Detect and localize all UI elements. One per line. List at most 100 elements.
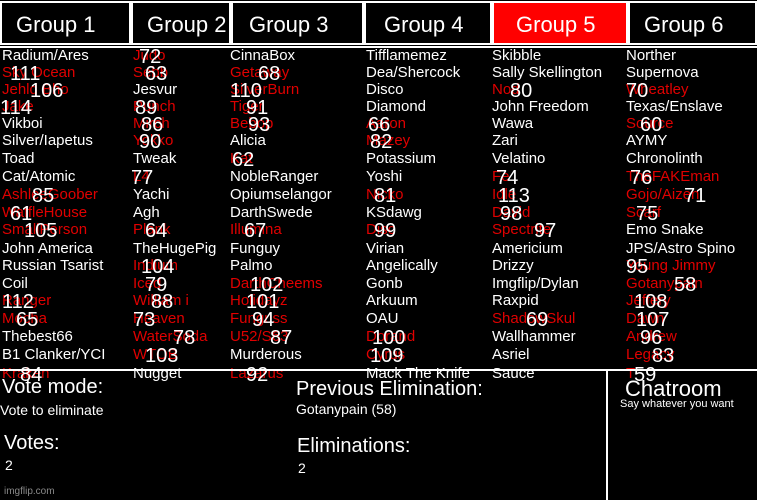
contestant: Supernova: [626, 64, 699, 81]
contestant: Texas/Enslave: [626, 98, 723, 115]
tab-group-1[interactable]: Group 1: [0, 1, 131, 45]
contestant: Nugget: [133, 365, 182, 382]
tab-group-2[interactable]: Group 2: [131, 1, 231, 45]
contestant: Velatino: [492, 150, 546, 167]
contestant: Cat/Atomic: [2, 168, 76, 185]
contestant: Arkuum: [366, 292, 418, 309]
contestant: Drizzy: [492, 257, 534, 274]
elimination-placement: 99: [374, 220, 397, 242]
elimination-placement: 90: [139, 131, 162, 153]
contestant: Zari: [492, 132, 518, 149]
votes-value: 2: [5, 457, 13, 473]
elimination-placement: 85: [32, 185, 55, 207]
contestant: Raxpid: [492, 292, 539, 309]
elimination-placement: 71: [684, 185, 707, 207]
eliminated-contestant: WaterSoda: [133, 328, 208, 345]
contestant: AYMY: [626, 132, 668, 149]
contestant: Toad: [2, 150, 35, 167]
contestant: Norther: [626, 47, 677, 64]
contestant: Tweak: [133, 150, 177, 167]
elimination-placement: 109: [370, 345, 404, 367]
contestant: Thebest66: [2, 328, 73, 345]
contestant: CinnaBox: [230, 47, 296, 64]
contestant: Yoshi: [366, 168, 403, 185]
eliminations-label: Eliminations:: [297, 435, 411, 457]
contestant: Potassium: [366, 150, 437, 167]
contestant: Americium: [492, 240, 563, 257]
elimination-placement: 83: [652, 345, 675, 367]
contestant: Disco: [366, 81, 404, 98]
elimination-placement: 77: [131, 167, 154, 189]
contestant: KSdawg: [366, 204, 422, 221]
contestant: Jesvur: [133, 81, 178, 98]
tab-group-5[interactable]: Group 5: [492, 1, 628, 45]
contestant: Sally Skellington: [492, 64, 603, 81]
contestant: Sauce: [492, 365, 535, 382]
contestant: Gonb: [366, 275, 403, 292]
contestant: Virian: [366, 240, 405, 257]
tab-group-4[interactable]: Group 4: [364, 1, 492, 45]
contestant: Wallhammer: [492, 328, 576, 345]
contestant: Skibble: [492, 47, 542, 64]
contestant: Imgflip/Dylan: [492, 275, 579, 292]
elimination-placement: 103: [145, 345, 179, 367]
contestant: Yachi: [133, 186, 170, 203]
elimination-placement: 81: [374, 185, 397, 207]
elimination-placement: 97: [534, 220, 557, 242]
contestant: Murderous: [230, 346, 302, 363]
votes-label: Votes:: [4, 432, 60, 454]
tab-group-3[interactable]: Group 3: [231, 1, 364, 45]
contestant: Agh: [133, 204, 160, 221]
contestant: John Freedom: [492, 98, 589, 115]
contestant: Asriel: [492, 346, 530, 363]
contestant: Emo Snake: [626, 221, 704, 238]
tab-group-6[interactable]: Group 6: [628, 1, 757, 45]
contestant: B1 Clanker/YCI: [2, 346, 106, 363]
contestant: TheHugePig: [133, 240, 217, 257]
elimination-placement: 82: [370, 131, 393, 153]
contestant: Radium/Ares: [2, 47, 89, 64]
vote-mode-label: Vote mode:: [2, 376, 104, 398]
contestant: Alicia: [230, 132, 266, 149]
contestant: Angelically: [366, 257, 438, 274]
elimination-placement: 73: [133, 309, 156, 331]
contestant: Vikboi: [2, 115, 43, 132]
contestant: Tifflamemez: [366, 47, 447, 64]
previous-elimination-value: Gotanypain (58): [296, 401, 397, 417]
contestant: Funguy: [230, 240, 281, 257]
contestant: Russian Tsarist: [2, 257, 104, 274]
elimination-placement: 95: [626, 256, 649, 278]
elimination-placement: 69: [526, 309, 549, 331]
footer-divider: [0, 369, 757, 371]
elimination-placement: 65: [16, 309, 39, 331]
contestant: John America: [2, 240, 93, 257]
watermark: imgflip.com: [4, 486, 55, 497]
contestant: Chronolinth: [626, 150, 703, 167]
chatroom-divider: [606, 371, 608, 500]
contestant: JPS/Astro Spino: [626, 240, 736, 257]
elimination-board: Group 1 Group 2 Group 3 Group 4 Group 5 …: [0, 0, 757, 500]
elimination-placement: 106: [30, 80, 64, 102]
eliminations-value: 2: [298, 460, 306, 476]
elimination-placement: 87: [270, 327, 293, 349]
contestant: Silver/Iapetus: [2, 132, 93, 149]
chatroom-subtitle: Say whatever you want: [620, 398, 734, 410]
previous-elimination-label: Previous Elimination:: [296, 378, 483, 400]
elimination-placement: 58: [674, 274, 697, 296]
elimination-placement: 76: [630, 167, 653, 189]
elimination-placement: 64: [145, 220, 168, 242]
elimination-placement: 67: [244, 220, 267, 242]
contestant: Opiumselangor: [230, 186, 332, 203]
contestant: Diamond: [366, 98, 427, 115]
vote-mode-value: Vote to eliminate: [0, 402, 104, 418]
contestant: NobleRanger: [230, 168, 319, 185]
contestant: DarthSwede: [230, 204, 313, 221]
contestant: Palmo: [230, 257, 273, 274]
contestant: Dea/Shercock: [366, 64, 461, 81]
contestant: Wawa: [492, 115, 534, 132]
elimination-placement: 62: [232, 149, 255, 171]
elimination-placement: 105: [24, 220, 58, 242]
contestant: Coil: [2, 275, 28, 292]
elimination-placement: 92: [246, 364, 269, 386]
contestant: OAU: [366, 310, 399, 327]
